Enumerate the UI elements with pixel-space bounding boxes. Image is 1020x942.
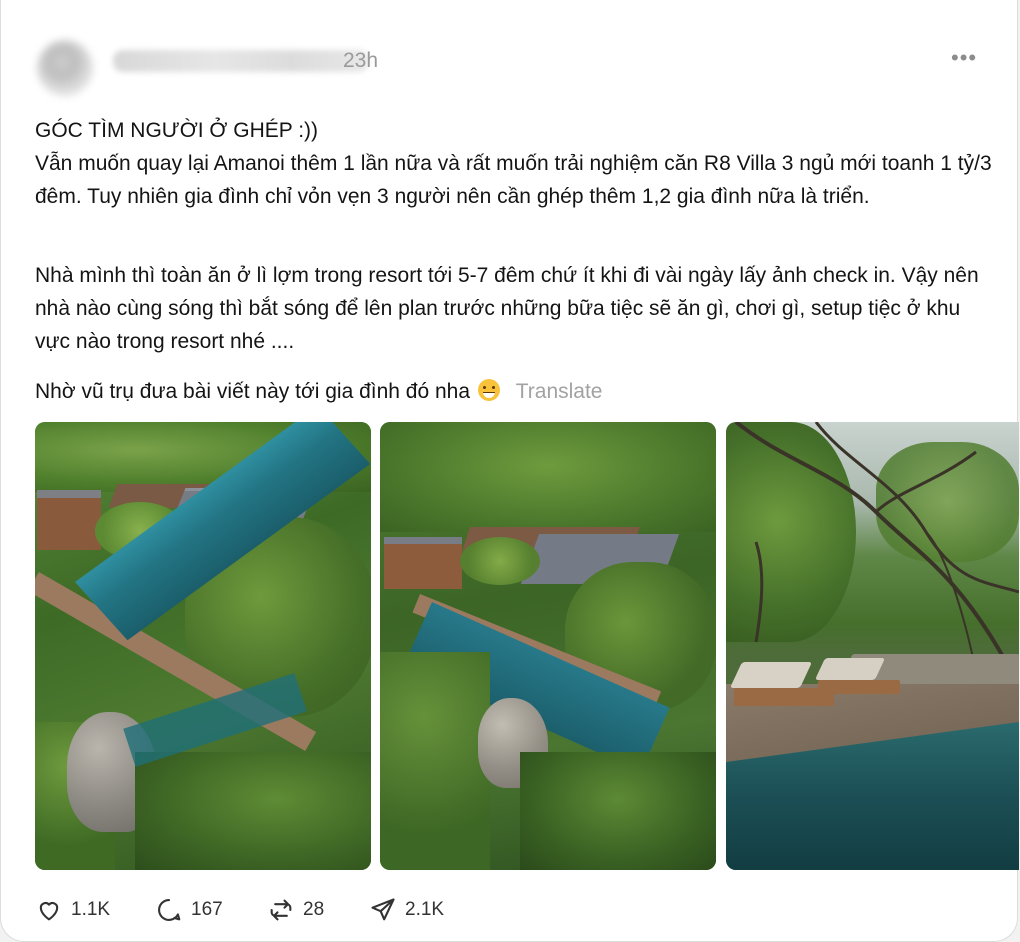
share-icon (371, 898, 395, 921)
repost-button[interactable]: 28 (267, 893, 324, 927)
heart-icon (39, 902, 59, 921)
username-blurred[interactable] (113, 50, 369, 72)
comment-count: 167 (191, 899, 223, 920)
comment-button[interactable]: 167 (155, 893, 223, 927)
share-count: 2.1K (405, 899, 445, 920)
photo-poolside-deck[interactable] (726, 422, 1019, 870)
post-paragraph-3: Nhờ vũ trụ đưa bài viết này tới gia đình… (35, 380, 471, 403)
more-options-icon[interactable]: ••• (951, 47, 977, 69)
repost-count: 28 (303, 899, 325, 920)
share-button[interactable]: 2.1K (369, 893, 444, 927)
post-card: 23h ••• GÓC TÌM NGƯỜI Ở GHÉP :)) Vẫn muố… (0, 0, 1019, 942)
repost-icon (270, 899, 292, 921)
like-count: 1.1K (71, 899, 111, 920)
grinning-sweat-emoji-icon (477, 379, 500, 401)
comment-icon (158, 899, 181, 921)
post-text-paragraph-3: Nhờ vũ trụ đưa bài viết này tới gia đình… (35, 375, 995, 408)
photo-villa-pool-aerial-2[interactable] (380, 422, 716, 870)
post-header: 23h ••• (37, 36, 987, 96)
avatar[interactable] (37, 40, 93, 96)
tree-branches-icon (734, 422, 1019, 673)
translate-link[interactable]: Translate (516, 380, 603, 403)
photo-villa-pool-aerial-1[interactable] (35, 422, 371, 870)
post-time: 23h (343, 49, 379, 72)
post-paragraph-2: Nhà mình thì toàn ăn ở lì lợm trong reso… (35, 264, 979, 353)
post-text-paragraph-1: GÓC TÌM NGƯỜI Ở GHÉP :)) Vẫn muốn quay l… (35, 114, 995, 213)
post-paragraph-1: GÓC TÌM NGƯỜI Ở GHÉP :)) Vẫn muốn quay l… (35, 119, 992, 208)
like-button[interactable]: 1.1K (35, 893, 110, 927)
post-actions: 1.1K 167 28 2.1K (35, 893, 535, 927)
post-text-paragraph-2: Nhà mình thì toàn ăn ở lì lợm trong reso… (35, 259, 995, 358)
